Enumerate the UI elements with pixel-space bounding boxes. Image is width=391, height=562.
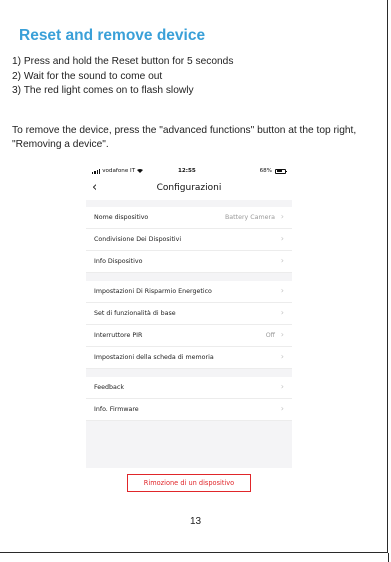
row-value: Off [265,332,275,339]
chevron-right-icon: › [280,382,284,391]
settings-row-feedback[interactable]: Feedback › [86,377,292,399]
phone-screenshot: vodafone IT 12:55 68% ‹ Configurazioni N… [86,164,292,502]
reset-steps: 1) Press and hold the Reset button for 5… [12,55,382,99]
page-number: 13 [189,516,202,527]
row-label: Info. Firmware [94,406,139,413]
nav-bar: ‹ Configurazioni [86,178,292,200]
row-label: Nome dispositivo [94,214,149,221]
row-label: Interruttore PIR [94,332,143,339]
row-label: Set di funzionalità di base [94,310,176,317]
settings-row-device-name[interactable]: Nome dispositivo Battery Camera › [86,207,292,229]
settings-row-basic-features[interactable]: Set di funzionalità di base › [86,303,292,325]
settings-row-pir-switch[interactable]: Interruttore PIR Off › [86,325,292,347]
wifi-icon [137,169,144,173]
chevron-right-icon: › [280,212,284,221]
step-item: 3) The red light comes on to flash slowl… [12,85,194,96]
chevron-right-icon: › [280,234,284,243]
row-label: Feedback [94,384,124,391]
status-bar: vodafone IT 12:55 68% [86,164,292,178]
step-item: 1) Press and hold the Reset button for 5… [12,56,234,67]
settings-row-memory-card[interactable]: Impostazioni della scheda di memoria › [86,347,292,369]
chevron-right-icon: › [280,404,284,413]
chevron-right-icon: › [280,352,284,361]
row-label: Impostazioni Di Risparmio Energetico [94,288,212,295]
battery-indicator: 68% [259,168,287,174]
chevron-right-icon: › [280,286,284,295]
carrier-indicator: vodafone IT [92,168,144,174]
row-value: Battery Camera [224,214,275,221]
carrier-name: vodafone IT [102,168,136,174]
step-item: 2) Wait for the sound to come out [12,70,163,82]
settings-row-power-saving[interactable]: Impostazioni Di Risparmio Energetico › [86,281,292,303]
nav-title: Configurazioni [156,183,222,193]
settings-row-firmware-info[interactable]: Info. Firmware › [86,399,292,421]
settings-row-device-info[interactable]: Info Dispositivo › [86,251,292,273]
row-label: Condivisione Dei Dispositivi [94,236,182,243]
row-label: Impostazioni della scheda di memoria [94,354,214,361]
row-label: Info Dispositivo [94,258,143,265]
battery-percent: 68% [259,168,272,174]
remove-instructions: To remove the device, press the "advance… [12,125,357,150]
signal-icon [92,168,101,174]
section-title: Reset and remove device [19,27,206,44]
chevron-right-icon: › [280,308,284,317]
chevron-right-icon: › [280,330,284,339]
chevron-right-icon: › [280,256,284,265]
battery-icon [275,168,287,174]
remove-device-button[interactable]: Rimozione di un dispositivo [127,474,251,492]
settings-row-device-sharing[interactable]: Condivisione Dei Dispositivi › [86,229,292,251]
status-time: 12:55 [178,168,196,174]
